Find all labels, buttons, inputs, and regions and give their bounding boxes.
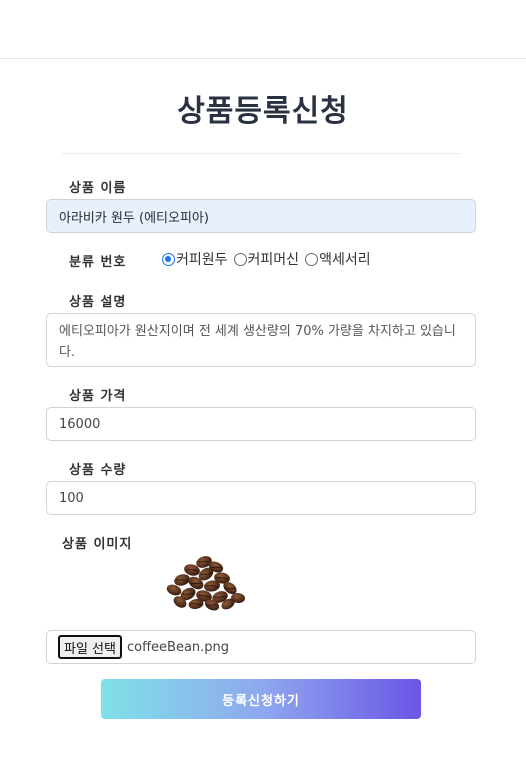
category-option-coffee-machine[interactable]: 커피머신 — [233, 249, 300, 269]
category-option-label: 커피원두 — [176, 252, 228, 268]
description-label: 상품 설명 — [69, 295, 127, 310]
image-label: 상품 이미지 — [62, 537, 133, 552]
radio-unchecked-icon[interactable] — [305, 252, 319, 266]
price-input[interactable]: 16000 — [46, 407, 476, 441]
product-name-label: 상품 이름 — [69, 181, 127, 196]
choose-file-button[interactable]: 파일 선택 — [58, 635, 122, 659]
category-option-coffee-beans[interactable]: 커피원두 — [162, 249, 228, 269]
category-option-accessory[interactable]: 액세서리 — [305, 249, 371, 269]
quantity-label: 상품 수량 — [69, 463, 127, 478]
page-title: 상품등록신청 — [177, 94, 349, 129]
category-radio-group: 커피원두 커피머신 액세서리 — [162, 248, 377, 270]
category-option-label: 커피머신 — [247, 252, 300, 268]
product-name-input[interactable]: 아라비카 원두 (에티오피아) — [46, 199, 476, 233]
title-divider — [62, 153, 462, 154]
radio-unchecked-icon[interactable] — [233, 252, 247, 266]
price-label: 상품 가격 — [69, 389, 127, 404]
category-label: 분류 번호 — [69, 255, 127, 270]
product-name-value: 아라비카 원두 (에티오피아) — [59, 210, 209, 226]
file-input: 파일 선택 coffeeBean.png — [46, 630, 476, 664]
radio-checked-icon[interactable] — [162, 252, 175, 266]
submit-button[interactable]: 등록신청하기 — [101, 679, 421, 719]
file-name: coffeeBean.png — [126, 639, 230, 655]
category-option-label: 액세서리 — [319, 252, 371, 268]
quantity-value: 100 — [59, 490, 84, 506]
description-value: 에티오피아가 원산지이며 전 세계 생산량의 70% 가량을 차지하고 있습니다… — [59, 324, 456, 360]
description-textarea[interactable]: 에티오피아가 원산지이며 전 세계 생산량의 70% 가량을 차지하고 있습니다… — [46, 313, 476, 367]
price-value: 16000 — [59, 416, 101, 432]
coffee-beans-image — [166, 556, 245, 611]
top-header-bar — [0, 0, 526, 59]
quantity-input[interactable]: 100 — [46, 481, 476, 515]
